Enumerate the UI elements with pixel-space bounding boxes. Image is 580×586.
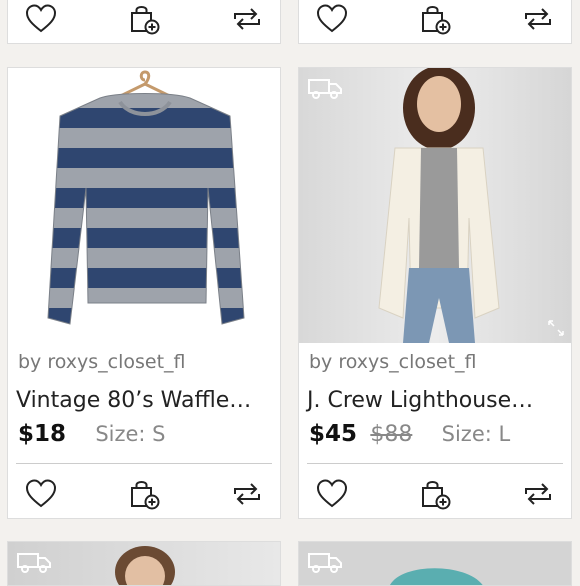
divider <box>307 463 563 464</box>
price-row: $18 Size: S <box>18 421 166 447</box>
listing-photo[interactable] <box>8 542 280 585</box>
expand-icon[interactable] <box>547 319 565 337</box>
heart-icon[interactable] <box>24 2 58 36</box>
bag-plus-icon[interactable] <box>127 477 161 511</box>
share-arrows-icon[interactable] <box>230 2 264 36</box>
price: $45 <box>309 421 358 447</box>
share-arrows-icon[interactable] <box>521 477 555 511</box>
seller-name[interactable]: by roxys_closet_fl <box>18 351 186 373</box>
listing-card-bottom-right[interactable] <box>298 541 572 586</box>
truck-icon <box>307 76 343 100</box>
listing-card-top-right[interactable] <box>298 0 572 44</box>
share-arrows-icon[interactable] <box>230 477 264 511</box>
listing-card-top-left[interactable] <box>7 0 281 44</box>
listing-card[interactable]: by roxys_closet_fl J. Crew Lighthouse… $… <box>298 67 572 519</box>
size-label: Size: L <box>441 422 511 446</box>
striped-sweater-photo[interactable] <box>8 68 280 343</box>
truck-icon <box>16 550 52 574</box>
size-label: Size: S <box>95 422 166 446</box>
original-price: $88 <box>370 422 413 447</box>
price-row: $45 $88 Size: L <box>309 421 510 447</box>
cream-cardigan-photo[interactable] <box>299 68 571 343</box>
bag-plus-icon[interactable] <box>127 2 161 36</box>
bag-plus-icon[interactable] <box>418 2 452 36</box>
listing-card-bottom-left[interactable] <box>7 541 281 586</box>
listing-photo[interactable] <box>299 542 571 585</box>
divider <box>16 463 272 464</box>
listing-card[interactable]: by roxys_closet_fl Vintage 80’s Waffle… … <box>7 67 281 519</box>
listing-title[interactable]: J. Crew Lighthouse… <box>307 388 533 413</box>
listing-title[interactable]: Vintage 80’s Waffle… <box>16 388 251 413</box>
truck-icon <box>307 550 343 574</box>
seller-name[interactable]: by roxys_closet_fl <box>309 351 477 373</box>
bag-plus-icon[interactable] <box>418 477 452 511</box>
heart-icon[interactable] <box>315 2 349 36</box>
share-arrows-icon[interactable] <box>521 2 555 36</box>
heart-icon[interactable] <box>315 477 349 511</box>
price: $18 <box>18 421 67 447</box>
heart-icon[interactable] <box>24 477 58 511</box>
